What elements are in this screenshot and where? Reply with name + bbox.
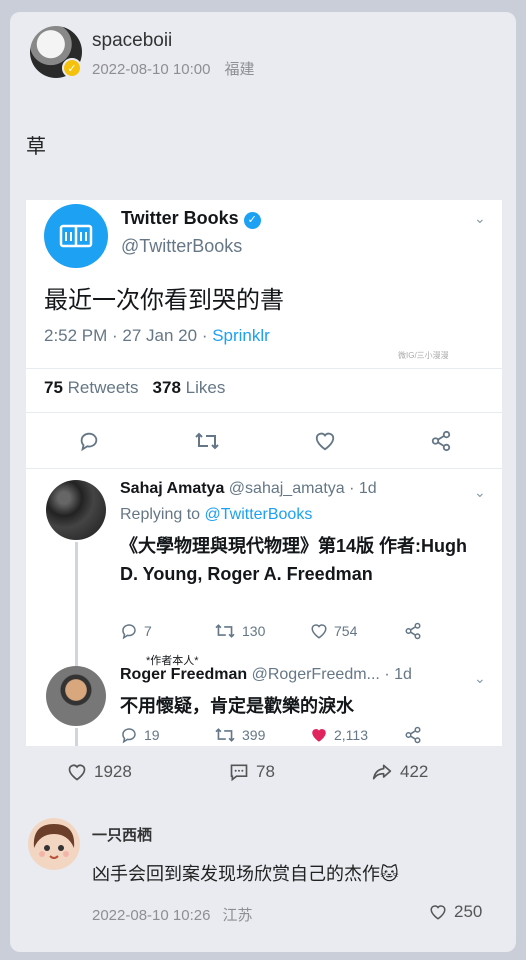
post-meta: 2022-08-10 10:00 福建	[92, 58, 254, 79]
retweet-count: 399	[214, 726, 265, 744]
heart-icon	[68, 764, 86, 781]
tweet-image[interactable]: Twitter Books ✓ @TwitterBooks ⌄ 最近一次你看到哭的…	[26, 200, 502, 746]
twitter-books-avatar	[44, 204, 108, 268]
comment-location: 江苏	[222, 907, 253, 924]
like-count: 1928	[94, 762, 132, 781]
book-icon	[59, 224, 93, 248]
retweet-icon	[215, 624, 235, 638]
verified-badge-icon: ✓	[62, 58, 82, 78]
comment-button[interactable]: 78	[228, 762, 275, 782]
reply-avatar	[46, 480, 106, 540]
chevron-down-icon: ⌄	[474, 484, 486, 500]
thread-line	[75, 542, 78, 668]
divider	[26, 468, 502, 469]
repost-count: 422	[400, 762, 429, 781]
reply-avatar	[46, 666, 106, 726]
reply-count: 19	[120, 726, 160, 744]
post-username[interactable]: spaceboii	[92, 30, 172, 52]
reply-text: 《大學物理與現代物理》第14版 作者:Hugh D. Young, Roger …	[120, 536, 467, 584]
comment-avatar[interactable]	[28, 818, 80, 870]
heart-icon	[314, 430, 342, 452]
share-icon	[404, 726, 428, 744]
comment-like-count: 250	[454, 902, 483, 921]
tweet-account-name: Twitter Books ✓	[121, 208, 261, 229]
retweet-icon	[194, 430, 226, 452]
like-count: 2,113	[310, 726, 368, 744]
heart-icon	[311, 624, 327, 639]
reply-icon	[122, 624, 136, 640]
tweet-meta: 2:52 PM · 27 Jan 20 · Sprinklr	[44, 326, 270, 345]
post-timestamp: 2022-08-10 10:00	[92, 61, 211, 78]
tweet-text: 最近一次你看到哭的書	[44, 287, 284, 314]
reply-icon	[78, 430, 106, 452]
share-icon	[404, 622, 428, 640]
retweet-icon	[215, 728, 235, 742]
emoji-icon: 🐱	[380, 864, 399, 884]
chevron-down-icon: ⌄	[474, 670, 486, 686]
watermark: 微IG/三小漫漫	[398, 351, 449, 360]
comment-like-button[interactable]: 250	[428, 902, 482, 922]
heart-filled-icon	[312, 729, 326, 742]
tweet-stats: 75 Retweets 378 Likes	[44, 378, 226, 397]
reply-header: Sahaj Amatya @sahaj_amatya · 1d	[120, 480, 377, 497]
comment-count: 78	[256, 762, 275, 781]
share-icon	[430, 430, 458, 452]
comment-text: 凶手会回到案发现场欣赏自己的杰作🐱	[92, 864, 399, 884]
retweet-count: 130	[214, 622, 265, 640]
tweet-handle: @TwitterBooks	[121, 236, 243, 256]
reply-text: 不用懷疑，肯定是歡樂的淚水	[120, 696, 354, 716]
like-button[interactable]: 1928	[66, 762, 132, 782]
reply-icon	[122, 728, 136, 744]
heart-icon	[430, 905, 446, 920]
repost-button[interactable]: 422	[370, 762, 428, 782]
divider	[26, 412, 502, 413]
reply-header: Roger Freedman @RogerFreedm... · 1d	[120, 666, 412, 683]
share-arrow-icon	[372, 764, 392, 780]
replying-to: Replying to @TwitterBooks	[120, 506, 313, 523]
chevron-down-icon: ⌄	[474, 210, 486, 226]
post-location: 福建	[224, 61, 255, 78]
comment-timestamp: 2022-08-10 10:26	[92, 907, 211, 924]
like-count: 754	[310, 622, 357, 640]
divider	[26, 368, 502, 369]
reply-count: 7	[120, 622, 152, 640]
verified-check-icon: ✓	[243, 212, 261, 229]
comment-icon	[230, 764, 248, 782]
comment-username[interactable]: 一只西栖	[92, 824, 152, 845]
thread-line	[75, 728, 78, 746]
comment-meta: 2022-08-10 10:26 江苏	[92, 904, 252, 925]
post-text: 草	[26, 136, 46, 158]
